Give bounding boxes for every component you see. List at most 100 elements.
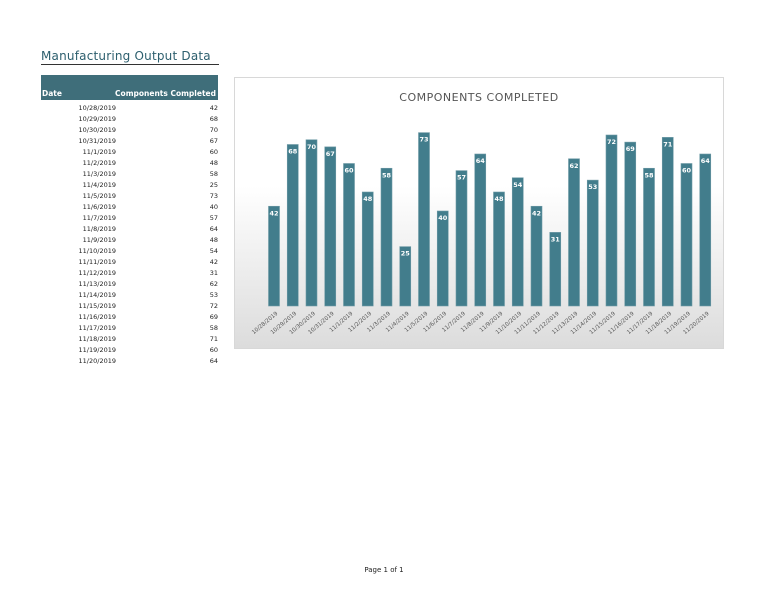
- row-date: 11/7/2019: [82, 214, 116, 222]
- table-row: 10/28/2019 42: [41, 103, 218, 114]
- row-date: 11/19/2019: [78, 346, 116, 354]
- row-value: 57: [209, 214, 218, 222]
- table-row: 10/31/2019 67: [41, 136, 218, 147]
- bar[interactable]: [418, 132, 430, 307]
- bar[interactable]: [380, 167, 393, 307]
- row-date: 11/6/2019: [82, 203, 116, 211]
- row-date: 11/5/2019: [82, 192, 116, 200]
- row-value: 62: [209, 280, 218, 288]
- table-row: 11/17/2019 58: [41, 323, 218, 334]
- row-date: 11/9/2019: [82, 236, 116, 244]
- bar[interactable]: [549, 232, 562, 307]
- bar[interactable]: [605, 134, 618, 307]
- table-row: 10/29/2019 68: [41, 114, 218, 125]
- row-value: 54: [209, 247, 218, 255]
- bar[interactable]: [699, 153, 712, 307]
- row-value: 60: [209, 346, 218, 354]
- row-date: 11/18/2019: [78, 335, 116, 343]
- row-date: 11/3/2019: [82, 170, 116, 178]
- bar[interactable]: [643, 167, 655, 307]
- data-label: 57: [457, 174, 466, 182]
- components-chart[interactable]: COMPONENTS COMPLETED 42 10/28/2019 68 10/29…: [234, 77, 724, 349]
- bar[interactable]: [324, 146, 337, 307]
- data-label: 31: [551, 235, 561, 243]
- bar[interactable]: [361, 191, 374, 307]
- data-label: 60: [344, 167, 354, 175]
- bar[interactable]: [661, 137, 674, 307]
- row-date: 11/14/2019: [78, 291, 116, 299]
- table-row: 11/10/2019 54: [41, 246, 218, 257]
- data-label: 25: [401, 250, 411, 258]
- table-row: 11/18/2019 71: [41, 334, 218, 345]
- bar[interactable]: [493, 191, 505, 307]
- bar[interactable]: [305, 139, 318, 307]
- row-date: 11/2/2019: [82, 159, 116, 167]
- row-value: 42: [209, 258, 218, 266]
- bar[interactable]: [343, 163, 355, 307]
- data-label: 48: [494, 195, 504, 203]
- table-row: 11/5/2019 73: [41, 191, 218, 202]
- row-value: 25: [209, 181, 218, 189]
- table-row: 11/9/2019 48: [41, 235, 218, 246]
- data-label: 69: [626, 145, 636, 153]
- bar[interactable]: [268, 205, 280, 307]
- data-label: 40: [438, 214, 448, 222]
- bar[interactable]: [474, 153, 487, 307]
- row-value: 58: [209, 324, 218, 332]
- table-row: 11/11/2019 42: [41, 257, 218, 268]
- row-value: 58: [209, 170, 218, 178]
- table-row: 11/8/2019 64: [41, 224, 218, 235]
- row-date: 10/28/2019: [78, 104, 116, 112]
- bar[interactable]: [680, 163, 693, 307]
- data-label: 54: [513, 181, 523, 189]
- row-date: 11/16/2019: [78, 313, 116, 321]
- row-date: 11/1/2019: [82, 148, 116, 156]
- table-row: 11/3/2019 58: [41, 169, 218, 180]
- table-row: 11/16/2019 69: [41, 312, 218, 323]
- table-row: 11/20/2019 64: [41, 356, 218, 367]
- data-label: 58: [382, 171, 392, 179]
- row-value: 64: [209, 357, 218, 365]
- data-label: 68: [288, 148, 298, 156]
- bar[interactable]: [530, 205, 543, 307]
- row-date: 11/11/2019: [78, 258, 116, 266]
- bar[interactable]: [511, 177, 524, 307]
- row-date: 11/17/2019: [78, 324, 116, 332]
- bar[interactable]: [286, 144, 299, 307]
- table-row: 11/2/2019 48: [41, 158, 218, 169]
- bar[interactable]: [436, 210, 449, 307]
- row-value: 67: [209, 137, 218, 145]
- row-value: 60: [209, 148, 218, 156]
- data-label: 72: [607, 138, 616, 146]
- bar[interactable]: [568, 158, 580, 307]
- table-row: 10/30/2019 70: [41, 125, 218, 136]
- header-date: Date: [42, 89, 62, 98]
- table-row: 11/7/2019 57: [41, 213, 218, 224]
- header-components: Components Completed: [115, 89, 216, 98]
- data-label: 48: [363, 195, 373, 203]
- row-value: 48: [209, 236, 218, 244]
- page-footer: Page 1 of 1: [364, 566, 404, 574]
- row-value: 53: [209, 291, 218, 299]
- data-label: 42: [532, 209, 541, 217]
- bar[interactable]: [455, 170, 468, 307]
- row-value: 40: [209, 203, 218, 211]
- table-row: 11/19/2019 60: [41, 345, 218, 356]
- data-label: 62: [569, 162, 578, 170]
- data-label: 60: [682, 167, 692, 175]
- row-value: 72: [209, 302, 218, 310]
- sheet-title: Manufacturing Output Data: [41, 49, 211, 63]
- table-row: 11/13/2019 62: [41, 279, 218, 290]
- data-label: 64: [476, 157, 486, 165]
- row-date: 11/20/2019: [78, 357, 116, 365]
- row-value: 31: [209, 269, 218, 277]
- row-value: 71: [209, 335, 218, 343]
- row-value: 70: [209, 126, 218, 134]
- title-underline: [41, 64, 219, 65]
- row-value: 42: [209, 104, 218, 112]
- row-date: 10/30/2019: [78, 126, 116, 134]
- row-date: 11/8/2019: [82, 225, 116, 233]
- bar[interactable]: [586, 179, 599, 307]
- bar[interactable]: [624, 141, 637, 307]
- table-header: Date Components Completed: [41, 75, 218, 100]
